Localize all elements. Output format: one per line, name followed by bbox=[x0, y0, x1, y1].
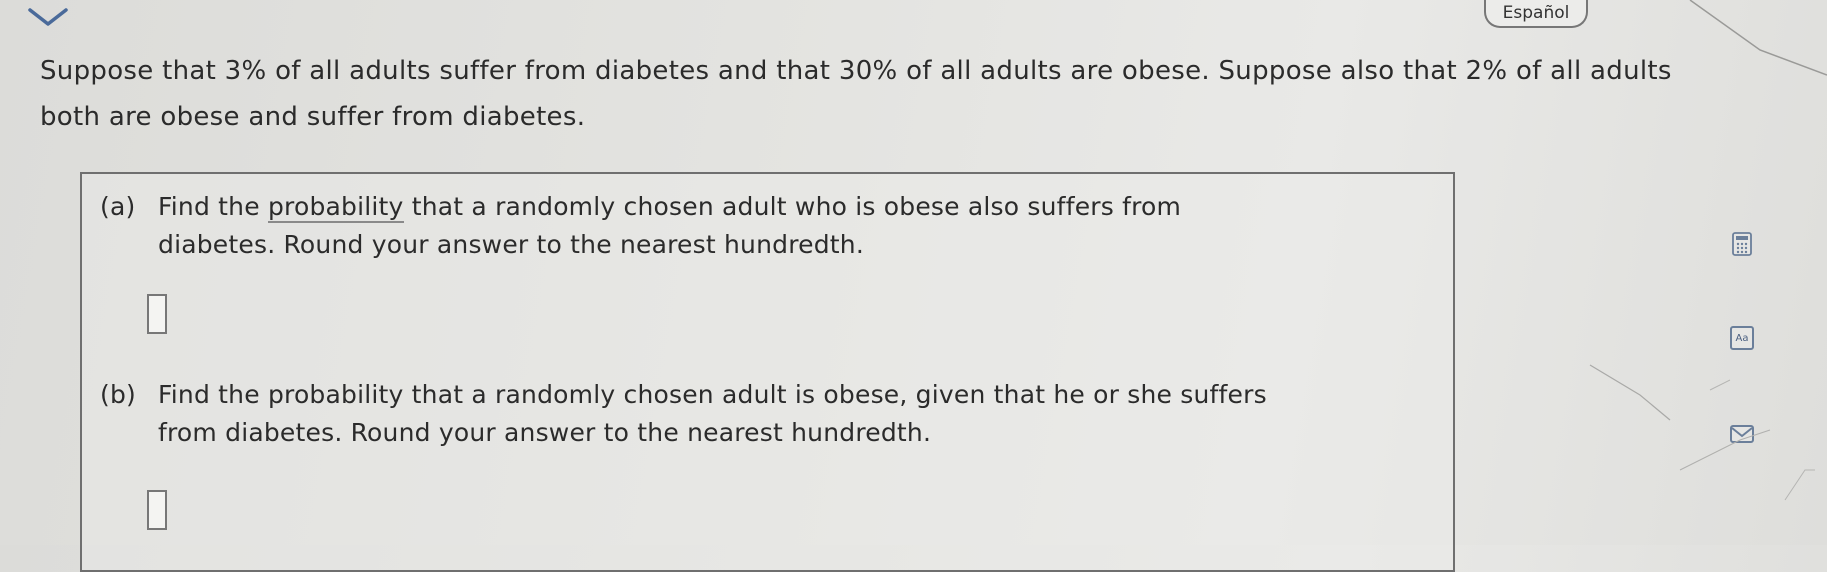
part-b-tag: (b) bbox=[100, 380, 136, 409]
part-b-text: Find the probability that a randomly cho… bbox=[158, 380, 1267, 409]
part-b: (b) Find the probability that a randomly… bbox=[100, 376, 1448, 452]
part-a-text-line-2: diabetes. Round your answer to the neare… bbox=[158, 230, 864, 259]
part-b-answer-input[interactable] bbox=[147, 490, 167, 530]
mail-icon[interactable] bbox=[1730, 422, 1754, 446]
part-a: (a) Find the probability that a randomly… bbox=[100, 188, 1448, 264]
collapse-chevron-icon[interactable] bbox=[26, 6, 70, 28]
text-size-icon[interactable]: Aa bbox=[1730, 326, 1754, 350]
calculator-icon[interactable] bbox=[1730, 232, 1754, 256]
problem-intro-line-2: both are obese and suffer from diabetes. bbox=[40, 102, 586, 132]
question-card: (a) Find the probability that a randomly… bbox=[80, 172, 1455, 572]
part-a-text-before: Find the bbox=[158, 192, 268, 221]
probability-link[interactable]: probability bbox=[267, 192, 404, 223]
part-a-text: Find the probability that a randomly cho… bbox=[158, 188, 1448, 226]
part-a-answer-input[interactable] bbox=[147, 294, 167, 334]
part-a-tag: (a) bbox=[100, 192, 136, 221]
problem-intro-line-1: Suppose that 3% of all adults suffer fro… bbox=[40, 56, 1672, 86]
language-toggle-button[interactable]: Español bbox=[1484, 0, 1588, 28]
problem-statement: Suppose that 3% of all adults suffer fro… bbox=[40, 48, 1820, 140]
part-b-text-line-2: from diabetes. Round your answer to the … bbox=[158, 418, 932, 447]
part-a-text-after: that a randomly chosen adult who is obes… bbox=[403, 192, 1182, 221]
